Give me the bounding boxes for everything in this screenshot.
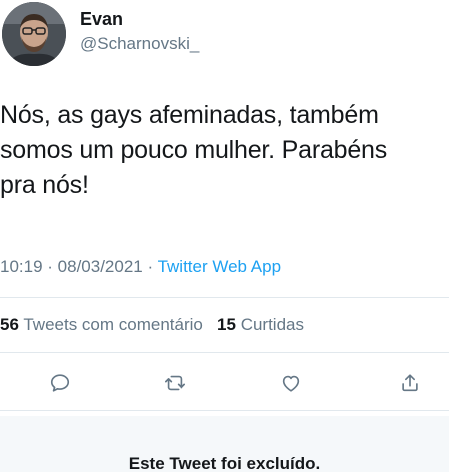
likes-label: Curtidas [240,315,304,334]
deleted-tweet-notice: Este Tweet foi excluído. [128,454,321,472]
author-handle[interactable]: @Scharnovski_ [80,34,199,54]
meta-separator: · [42,257,58,276]
tweet-time[interactable]: 10:19 [0,257,43,276]
reply-icon [50,374,70,392]
tweet-header: Evan @Scharnovski_ [0,0,449,70]
avatar[interactable] [2,2,66,66]
tweet-text: Nós, as gays afeminadas, também somos um… [0,101,388,199]
tweet-meta: 10:19 · 08/03/2021 · Twitter Web App [0,257,281,277]
likes-stat[interactable]: 15 Curtidas [217,315,304,334]
meta-separator: · [142,257,158,276]
heart-icon [282,375,300,392]
retweet-icon [165,375,185,391]
tweet-stats: 56 Tweets com comentário 15 Curtidas [0,315,304,335]
tweet-date[interactable]: 08/03/2021 [58,257,143,276]
retweet-button[interactable] [160,368,190,398]
quote-tweets-stat[interactable]: 56 Tweets com comentário [0,315,203,334]
divider [0,410,449,411]
share-icon [402,374,418,392]
likes-count: 15 [217,315,236,334]
deleted-tweet-banner: Este Tweet foi excluído. [0,416,449,472]
divider [0,297,449,298]
tweet-card: Evan @Scharnovski_ Nós, as gays afeminad… [0,0,449,472]
tweet-source-link[interactable]: Twitter Web App [158,257,281,276]
quote-label: Tweets com comentário [23,315,203,334]
reply-button[interactable] [45,368,75,398]
share-button[interactable] [395,368,425,398]
tweet-actions [0,360,449,406]
author-name[interactable]: Evan [80,9,123,30]
divider [0,352,449,353]
quote-count: 56 [0,315,19,334]
like-button[interactable] [276,368,306,398]
